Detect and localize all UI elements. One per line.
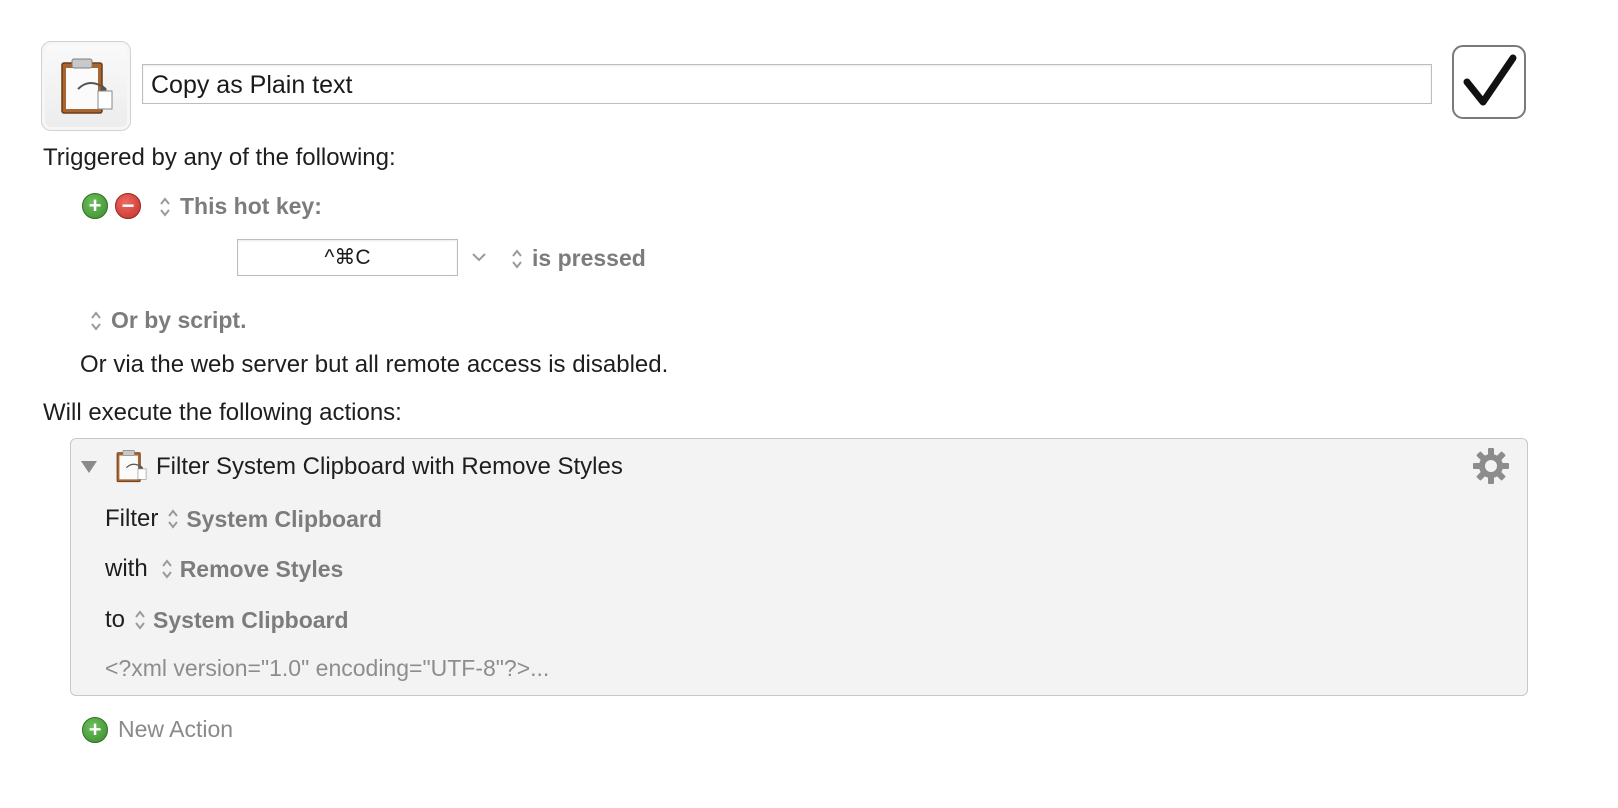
- action-panel[interactable]: Filter System Clipboard with Remove Styl…: [70, 438, 1528, 696]
- trigger-type-label: This hot key:: [180, 193, 322, 219]
- disclosure-triangle[interactable]: [80, 459, 98, 480]
- filter-row: Filter System Clipboard: [105, 505, 382, 533]
- up-down-chevron-icon: [160, 196, 170, 217]
- clipboard-icon: [61, 58, 113, 114]
- to-label: to: [105, 606, 126, 633]
- up-down-chevron-icon: [135, 610, 145, 630]
- macro-enabled-checkbox[interactable]: [1452, 45, 1526, 119]
- action-note[interactable]: <?xml version="1.0" encoding="UTF-8"?>..…: [105, 655, 549, 682]
- up-down-chevron-icon: [91, 310, 101, 331]
- actions-heading: Will execute the following actions:: [43, 399, 402, 426]
- to-row: to System Clipboard: [105, 606, 349, 634]
- chevron-down-icon: [472, 253, 486, 262]
- filter-destination-popup[interactable]: System Clipboard: [133, 607, 349, 634]
- web-server-note: Or via the web server but all remote acc…: [80, 351, 669, 378]
- plus-icon: +: [88, 193, 102, 218]
- macro-icon-well[interactable]: [41, 41, 131, 131]
- filter-source-value: System Clipboard: [186, 505, 382, 532]
- checkmark-icon: [1463, 54, 1517, 106]
- hotkey-condition-label: is pressed: [532, 245, 646, 271]
- up-down-chevron-icon: [512, 248, 522, 269]
- action-icon: [113, 448, 149, 489]
- action-title: Filter System Clipboard with Remove Styl…: [156, 453, 623, 480]
- macro-name-field[interactable]: Copy as Plain text: [142, 64, 1432, 104]
- action-gear-button[interactable]: [1471, 446, 1511, 491]
- hotkey-menu-button[interactable]: [470, 248, 488, 271]
- filter-type-popup[interactable]: Remove Styles: [160, 555, 344, 583]
- new-action-label: New Action: [118, 716, 234, 742]
- with-row: with Remove Styles: [105, 555, 343, 583]
- plus-icon: +: [82, 716, 108, 743]
- trigger-type-popup[interactable]: This hot key:: [158, 193, 322, 220]
- hotkey-condition-popup[interactable]: is pressed: [510, 245, 646, 272]
- with-label: with: [105, 555, 148, 582]
- clipboard-icon: [116, 450, 147, 483]
- script-trigger-label: Or by script.: [111, 307, 247, 333]
- filter-label: Filter: [105, 505, 159, 532]
- add-trigger-button[interactable]: +: [82, 193, 108, 219]
- new-action-button[interactable]: + New Action: [82, 716, 233, 743]
- up-down-chevron-icon: [168, 509, 179, 529]
- minus-icon: −: [121, 193, 135, 218]
- up-down-chevron-icon: [161, 559, 172, 579]
- filter-source-popup[interactable]: System Clipboard: [166, 506, 382, 533]
- triggers-heading: Triggered by any of the following:: [43, 144, 396, 171]
- filter-type-value: Remove Styles: [179, 555, 344, 582]
- remove-trigger-button[interactable]: −: [115, 193, 141, 219]
- filter-destination-value: System Clipboard: [153, 606, 349, 633]
- disclosure-triangle-icon: [81, 461, 97, 473]
- hotkey-field[interactable]: ^⌘C: [237, 239, 458, 276]
- script-trigger-popup[interactable]: Or by script.: [89, 307, 246, 334]
- gear-icon: [1473, 448, 1509, 484]
